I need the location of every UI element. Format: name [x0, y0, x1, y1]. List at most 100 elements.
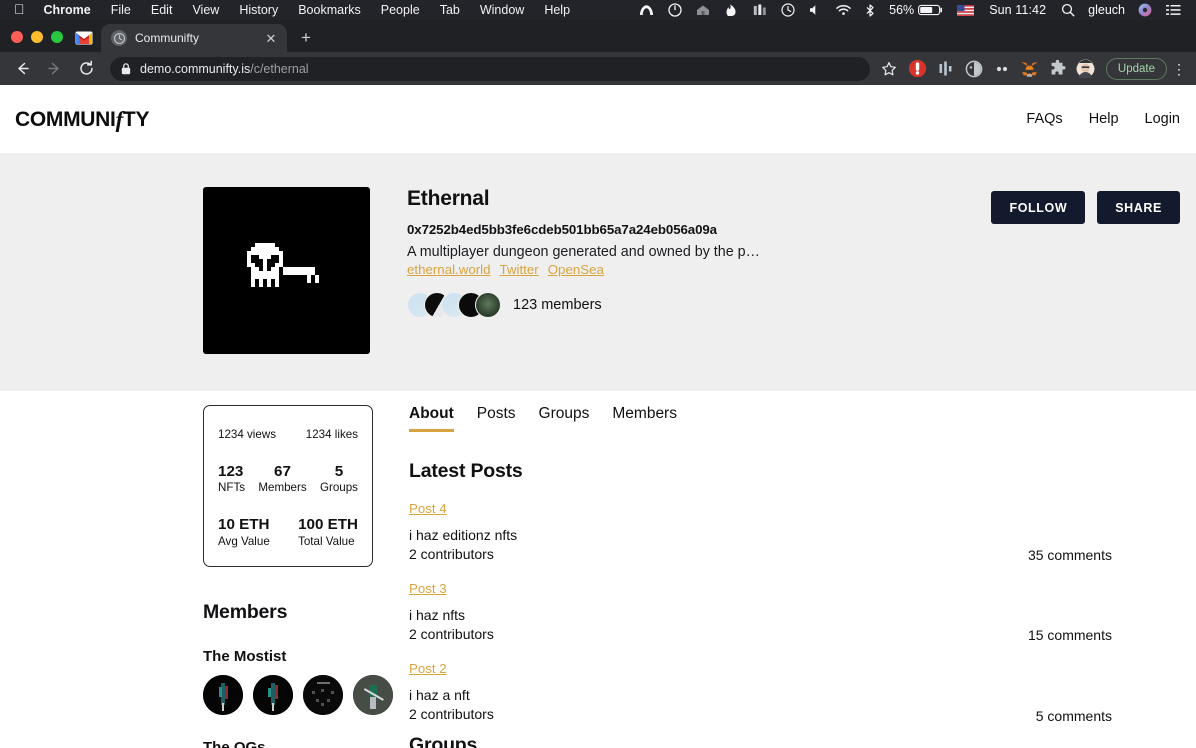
control-center-icon[interactable]: [1159, 4, 1188, 16]
browser-tab-communifty[interactable]: Communifty ✕: [101, 24, 287, 52]
post-contributors: 2 contributors: [409, 706, 494, 723]
flame-icon[interactable]: [717, 4, 746, 17]
address-bar-url: demo.communifty.is/c/ethernal: [140, 62, 309, 76]
link-twitter[interactable]: Twitter: [500, 262, 539, 277]
stat-label: Groups: [319, 481, 358, 495]
battery-percent[interactable]: 56%: [882, 0, 918, 20]
equalizer-icon[interactable]: [746, 4, 774, 17]
volume-icon[interactable]: [802, 4, 829, 16]
avatar[interactable]: [253, 674, 293, 715]
nordvpn-icon[interactable]: [632, 4, 661, 17]
sidebar-members-title: Members: [203, 600, 288, 623]
close-icon[interactable]: ✕: [263, 30, 279, 46]
post-text: i haz a nft: [409, 687, 470, 704]
vault-icon[interactable]: [689, 4, 717, 16]
menu-bar-clock[interactable]: Sun 11:42: [981, 3, 1054, 17]
tab-about[interactable]: About: [409, 405, 454, 432]
privacy-badger-icon[interactable]: [963, 58, 985, 80]
follow-button[interactable]: FOLLOW: [991, 191, 1086, 224]
update-button[interactable]: Update: [1105, 57, 1167, 80]
tab-groups[interactable]: Groups: [539, 405, 590, 432]
avatar[interactable]: [475, 292, 501, 318]
adblock-icon[interactable]: [907, 58, 929, 80]
menu-chrome[interactable]: Chrome: [34, 0, 101, 20]
menu-history[interactable]: History: [229, 0, 288, 20]
nav-link-help[interactable]: Help: [1089, 111, 1119, 127]
battery-icon[interactable]: [918, 4, 950, 16]
stat-value: 10 ETH: [218, 516, 270, 534]
community-description: A multiplayer dungeon generated and owne…: [407, 244, 760, 260]
forward-arrow-icon[interactable]: [40, 55, 68, 83]
content-tabs: About Posts Groups Members: [409, 405, 1180, 432]
wifi-icon[interactable]: [829, 4, 858, 16]
menu-people[interactable]: People: [371, 0, 430, 20]
lock-icon[interactable]: [121, 62, 131, 75]
bluetooth-icon[interactable]: [858, 3, 882, 17]
link-opensea[interactable]: OpenSea: [548, 262, 604, 277]
post-comment-count[interactable]: 35 comments: [1028, 547, 1180, 563]
apple-logo-icon[interactable]: : [6, 0, 34, 19]
nav-link-faqs[interactable]: FAQs: [1026, 111, 1062, 127]
post-item: Post 4 i haz editionz nfts 2 contributor…: [409, 500, 1180, 563]
three-dot-menu-icon[interactable]: ⋮: [1168, 56, 1190, 82]
post-comment-count[interactable]: 5 comments: [1036, 708, 1180, 724]
stats-value-row: 10 ETH Avg Value 100 ETH Total Value: [218, 516, 358, 547]
time-machine-icon[interactable]: [774, 3, 802, 17]
post-link[interactable]: Post 4: [409, 501, 447, 516]
community-info: Ethernal 0x7252b4ed5bb3fe6cdeb501bb65a7a…: [370, 187, 991, 354]
menu-bar-username[interactable]: gleuch: [1082, 3, 1131, 17]
logo-text-post: TY: [122, 108, 150, 131]
us-flag-icon[interactable]: [950, 4, 981, 16]
address-bar[interactable]: demo.communifty.is/c/ethernal: [110, 56, 870, 81]
user-avatar-icon[interactable]: [1131, 3, 1159, 17]
post-link[interactable]: Post 2: [409, 661, 447, 676]
profile-avatar-icon[interactable]: [1075, 58, 1097, 80]
bookmark-star-icon[interactable]: [876, 56, 902, 82]
reload-icon[interactable]: [72, 55, 100, 83]
wallet-address[interactable]: 0x7252b4ed5bb3fe6cdeb501bb65a7a24eb056a0…: [407, 222, 991, 237]
menu-window[interactable]: Window: [470, 0, 534, 20]
new-tab-button[interactable]: +: [293, 24, 319, 50]
member-count-label: 123 members: [513, 297, 602, 313]
menu-bookmarks[interactable]: Bookmarks: [288, 0, 371, 20]
spotlight-search-icon[interactable]: [1054, 3, 1082, 17]
stats-engagement-row: 1234 views 1234 likes: [218, 428, 358, 441]
stat-value: 5: [334, 463, 344, 480]
site-logo[interactable]: COMMUNI f TY: [15, 106, 149, 132]
member-group-the-ogs: The OGs: [203, 739, 373, 748]
metamask-fox-icon[interactable]: [1019, 58, 1041, 80]
extensions-puzzle-icon[interactable]: [1047, 58, 1069, 80]
minimize-window-button[interactable]: [31, 31, 43, 43]
tab-members[interactable]: Members: [612, 405, 677, 432]
power-toggle-icon[interactable]: [661, 3, 689, 17]
audio-meter-icon[interactable]: [935, 58, 957, 80]
stat-total-value: 100 ETH Total Value: [298, 516, 358, 547]
gmail-icon[interactable]: [73, 31, 93, 52]
members-summary: 123 members: [407, 292, 991, 318]
avatar[interactable]: [303, 674, 343, 715]
browser-tab-title: Communifty: [135, 31, 200, 45]
back-arrow-icon[interactable]: [8, 55, 36, 83]
menu-tab[interactable]: Tab: [430, 0, 470, 20]
close-window-button[interactable]: [11, 31, 23, 43]
menu-help[interactable]: Help: [534, 0, 580, 20]
groups-title: Groups: [409, 733, 478, 748]
page-content: 1234 views 1234 likes 123 NFTs 67 Member…: [0, 391, 1196, 748]
zoom-window-button[interactable]: [51, 31, 63, 43]
colon-extension-icon[interactable]: [991, 58, 1013, 80]
tab-posts[interactable]: Posts: [477, 405, 516, 432]
menu-file[interactable]: File: [101, 0, 141, 20]
latest-posts-title: Latest Posts: [409, 460, 523, 482]
avatar[interactable]: [203, 674, 243, 715]
post-link[interactable]: Post 3: [409, 581, 447, 596]
post-comment-count[interactable]: 15 comments: [1028, 627, 1180, 643]
nav-link-login[interactable]: Login: [1145, 111, 1180, 127]
avatar-row: [203, 674, 393, 715]
menu-edit[interactable]: Edit: [141, 0, 183, 20]
menu-view[interactable]: View: [182, 0, 229, 20]
share-button[interactable]: SHARE: [1097, 191, 1180, 224]
community-nft-image[interactable]: [203, 187, 370, 354]
stat-value: 123: [218, 463, 244, 480]
link-website[interactable]: ethernal.world: [407, 262, 491, 277]
member-avatar-stack[interactable]: [407, 292, 501, 318]
